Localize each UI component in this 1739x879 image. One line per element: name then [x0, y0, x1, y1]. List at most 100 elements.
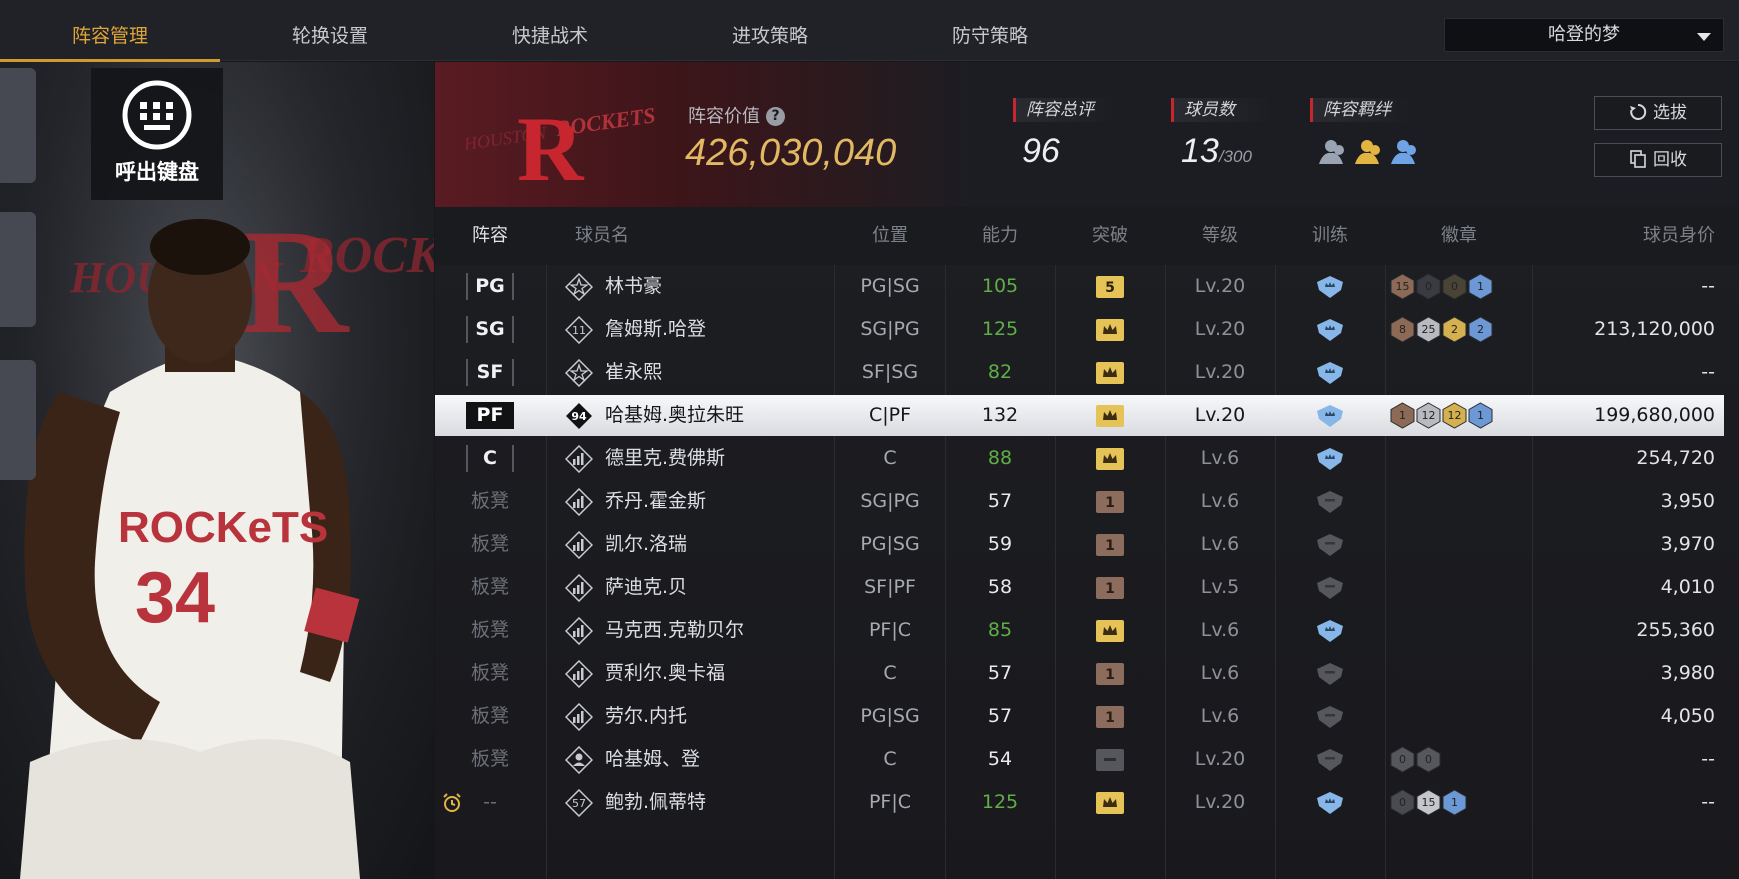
- player-rating: 88: [987, 447, 1013, 469]
- table-row[interactable]: SF 崔永熙 SF|SG 82 Lv.20 --: [435, 351, 1739, 394]
- lineup-slot[interactable]: 板凳: [435, 609, 545, 652]
- col-level[interactable]: 等级: [1165, 207, 1275, 265]
- lineup-slot[interactable]: --: [435, 781, 545, 824]
- lineup-slot[interactable]: PG: [435, 265, 545, 308]
- col-position[interactable]: 位置: [835, 207, 945, 265]
- side-tab-2[interactable]: [0, 212, 36, 327]
- table-row[interactable]: 板凳 萨迪克.贝 SF|PF 58 1 Lv.5 4,010: [435, 566, 1739, 609]
- lineup-slot[interactable]: 板凳: [435, 652, 545, 695]
- col-badges[interactable]: 徽章: [1385, 207, 1533, 265]
- table-row[interactable]: 板凳 马克西.克勒贝尔 PF|C 85 Lv.6 255,360: [435, 609, 1739, 652]
- lineup-slot[interactable]: 板凳: [435, 566, 545, 609]
- badge-list: 00: [1390, 738, 1530, 781]
- players-count-wrap: 13/300: [1181, 132, 1252, 171]
- player-name-cell[interactable]: 马克西.克勒贝尔: [564, 609, 833, 652]
- training-shield-icon[interactable]: [1275, 351, 1385, 394]
- table-row[interactable]: PF 94 哈基姆.奥拉朱旺 C|PF 132 Lv.20 1 12 12 1 199,680,00…: [435, 395, 1724, 436]
- badge-hex-icon: 12: [1442, 402, 1467, 429]
- side-tab-3[interactable]: [0, 360, 36, 480]
- bonds-title: 阵容羁绊: [1310, 98, 1410, 122]
- table-header: 阵容 球员名 位置 能力 突破 等级 训练 徽章 球员身价: [435, 207, 1739, 265]
- player-name-cell[interactable]: 德里克.费佛斯: [564, 437, 833, 480]
- help-icon[interactable]: ?: [766, 107, 785, 126]
- table-row[interactable]: 板凳 劳尔.内托 PG|SG 57 1 Lv.6 4,050: [435, 695, 1739, 738]
- table-row[interactable]: 板凳 贾利尔.奥卡福 C 57 1 Lv.6 3,980: [435, 652, 1739, 695]
- table-row[interactable]: 板凳 凯尔.洛瑞 PG|SG 59 1 Lv.6 3,970: [435, 523, 1739, 566]
- lineup-slot[interactable]: 板凳: [435, 738, 545, 781]
- player-name-cell[interactable]: 林书豪: [564, 265, 833, 308]
- player-level: Lv.6: [1200, 490, 1240, 512]
- lineup-slot[interactable]: SG: [435, 308, 545, 351]
- player-level: Lv.5: [1200, 576, 1240, 598]
- player-name-cell[interactable]: 萨迪克.贝: [564, 566, 833, 609]
- tab-rotation[interactable]: 轮换设置: [220, 0, 440, 61]
- keyboard-button[interactable]: 呼出键盘: [91, 68, 223, 200]
- col-lineup[interactable]: 阵容: [435, 207, 545, 265]
- player-position: SG|PG: [860, 490, 920, 512]
- lineup-slot[interactable]: PF: [435, 395, 545, 436]
- tab-quick-tactics[interactable]: 快捷战术: [440, 0, 660, 61]
- training-shield-icon[interactable]: [1275, 652, 1385, 695]
- table-row[interactable]: 板凳 乔丹.霍金斯 SG|PG 57 1 Lv.6 3,950: [435, 480, 1739, 523]
- player-name-cell[interactable]: 劳尔.内托: [564, 695, 833, 738]
- player-position: SF|PF: [864, 576, 916, 598]
- training-shield-icon[interactable]: [1275, 781, 1385, 824]
- player-price: 4,010: [1660, 576, 1715, 598]
- table-row[interactable]: SG 11 詹姆斯.哈登 SG|PG 125 Lv.20 8 25 2 2 213,120,000: [435, 308, 1739, 351]
- player-position: C: [883, 662, 897, 684]
- table-row[interactable]: -- 57 鲍勃.佩蒂特 PF|C 125 Lv.20 0 15 1 --: [435, 781, 1739, 824]
- player-name-cell[interactable]: 贾利尔.奥卡福: [564, 652, 833, 695]
- tab-defense[interactable]: 防守策略: [880, 0, 1100, 61]
- player-name-cell[interactable]: 94 哈基姆.奥拉朱旺: [565, 395, 833, 436]
- player-price: 213,120,000: [1594, 318, 1715, 340]
- lineup-slot[interactable]: 板凳: [435, 480, 545, 523]
- lineup-slot-label: PF: [466, 402, 514, 429]
- bond-icons[interactable]: [1315, 136, 1425, 170]
- table-row[interactable]: 板凳 哈基姆、登 C 54 Lv.20 0 0 --: [435, 738, 1739, 781]
- training-shield-icon[interactable]: [1275, 609, 1385, 652]
- table-row[interactable]: PG 林书豪 PG|SG 105 5 Lv.20 15 0 0 1 --: [435, 265, 1739, 308]
- player-name-cell[interactable]: 哈基姆、登: [564, 738, 833, 781]
- svg-text:57: 57: [572, 797, 586, 810]
- training-shield-icon[interactable]: [1275, 695, 1385, 738]
- breakthrough-level-icon: [1055, 738, 1165, 781]
- tab-offense[interactable]: 进攻策略: [660, 0, 880, 61]
- col-rating[interactable]: 能力: [945, 207, 1055, 265]
- player-art-panel: HOUSTON ROCK R ROCKeTS 34 呼出键盘: [0, 62, 434, 879]
- player-name-cell[interactable]: 崔永熙: [564, 351, 833, 394]
- training-shield-icon[interactable]: [1275, 395, 1385, 436]
- player-name-cell[interactable]: 57 鲍勃.佩蒂特: [564, 781, 833, 824]
- lineup-summary-banner: HOUSTON ROCKETS R 阵容价值? 426,030,040 阵容总评…: [435, 62, 1739, 207]
- lineup-slot[interactable]: 板凳: [435, 695, 545, 738]
- lineup-slot[interactable]: SF: [435, 351, 545, 394]
- training-shield-icon[interactable]: [1275, 308, 1385, 351]
- training-shield-icon[interactable]: [1275, 480, 1385, 523]
- recycle-button[interactable]: 回收: [1594, 143, 1722, 177]
- training-shield-icon[interactable]: [1275, 523, 1385, 566]
- col-breakthrough[interactable]: 突破: [1055, 207, 1165, 265]
- draft-button[interactable]: 选拔: [1594, 96, 1722, 130]
- lineup-slot[interactable]: C: [435, 437, 545, 480]
- col-name[interactable]: 球员名: [545, 207, 700, 265]
- table-row[interactable]: C 德里克.费佛斯 C 88 Lv.6 254,720: [435, 437, 1739, 480]
- training-shield-icon[interactable]: [1275, 265, 1385, 308]
- breakthrough-level-icon: 1: [1055, 480, 1165, 523]
- col-training[interactable]: 训练: [1275, 207, 1385, 265]
- side-tab-1[interactable]: [0, 68, 36, 183]
- lineup-slot-label: 板凳: [470, 619, 509, 641]
- player-name-cell[interactable]: 乔丹.霍金斯: [564, 480, 833, 523]
- lineup-slot[interactable]: 板凳: [435, 523, 545, 566]
- badge-hex-icon: 15: [1390, 273, 1415, 300]
- player-name-cell[interactable]: 11 詹姆斯.哈登: [564, 308, 833, 351]
- training-shield-icon[interactable]: [1275, 437, 1385, 480]
- training-shield-icon[interactable]: [1275, 566, 1385, 609]
- player-rating: 58: [987, 576, 1013, 598]
- badge-list: [1390, 437, 1530, 480]
- training-shield-icon[interactable]: [1275, 738, 1385, 781]
- tab-lineup[interactable]: 阵容管理: [0, 0, 220, 62]
- col-price[interactable]: 球员身价: [1535, 207, 1715, 265]
- player-name-cell[interactable]: 凯尔.洛瑞: [564, 523, 833, 566]
- player-level: Lv.6: [1200, 662, 1240, 684]
- player-price: 3,980: [1660, 662, 1715, 684]
- team-select[interactable]: 哈登的梦: [1444, 18, 1724, 52]
